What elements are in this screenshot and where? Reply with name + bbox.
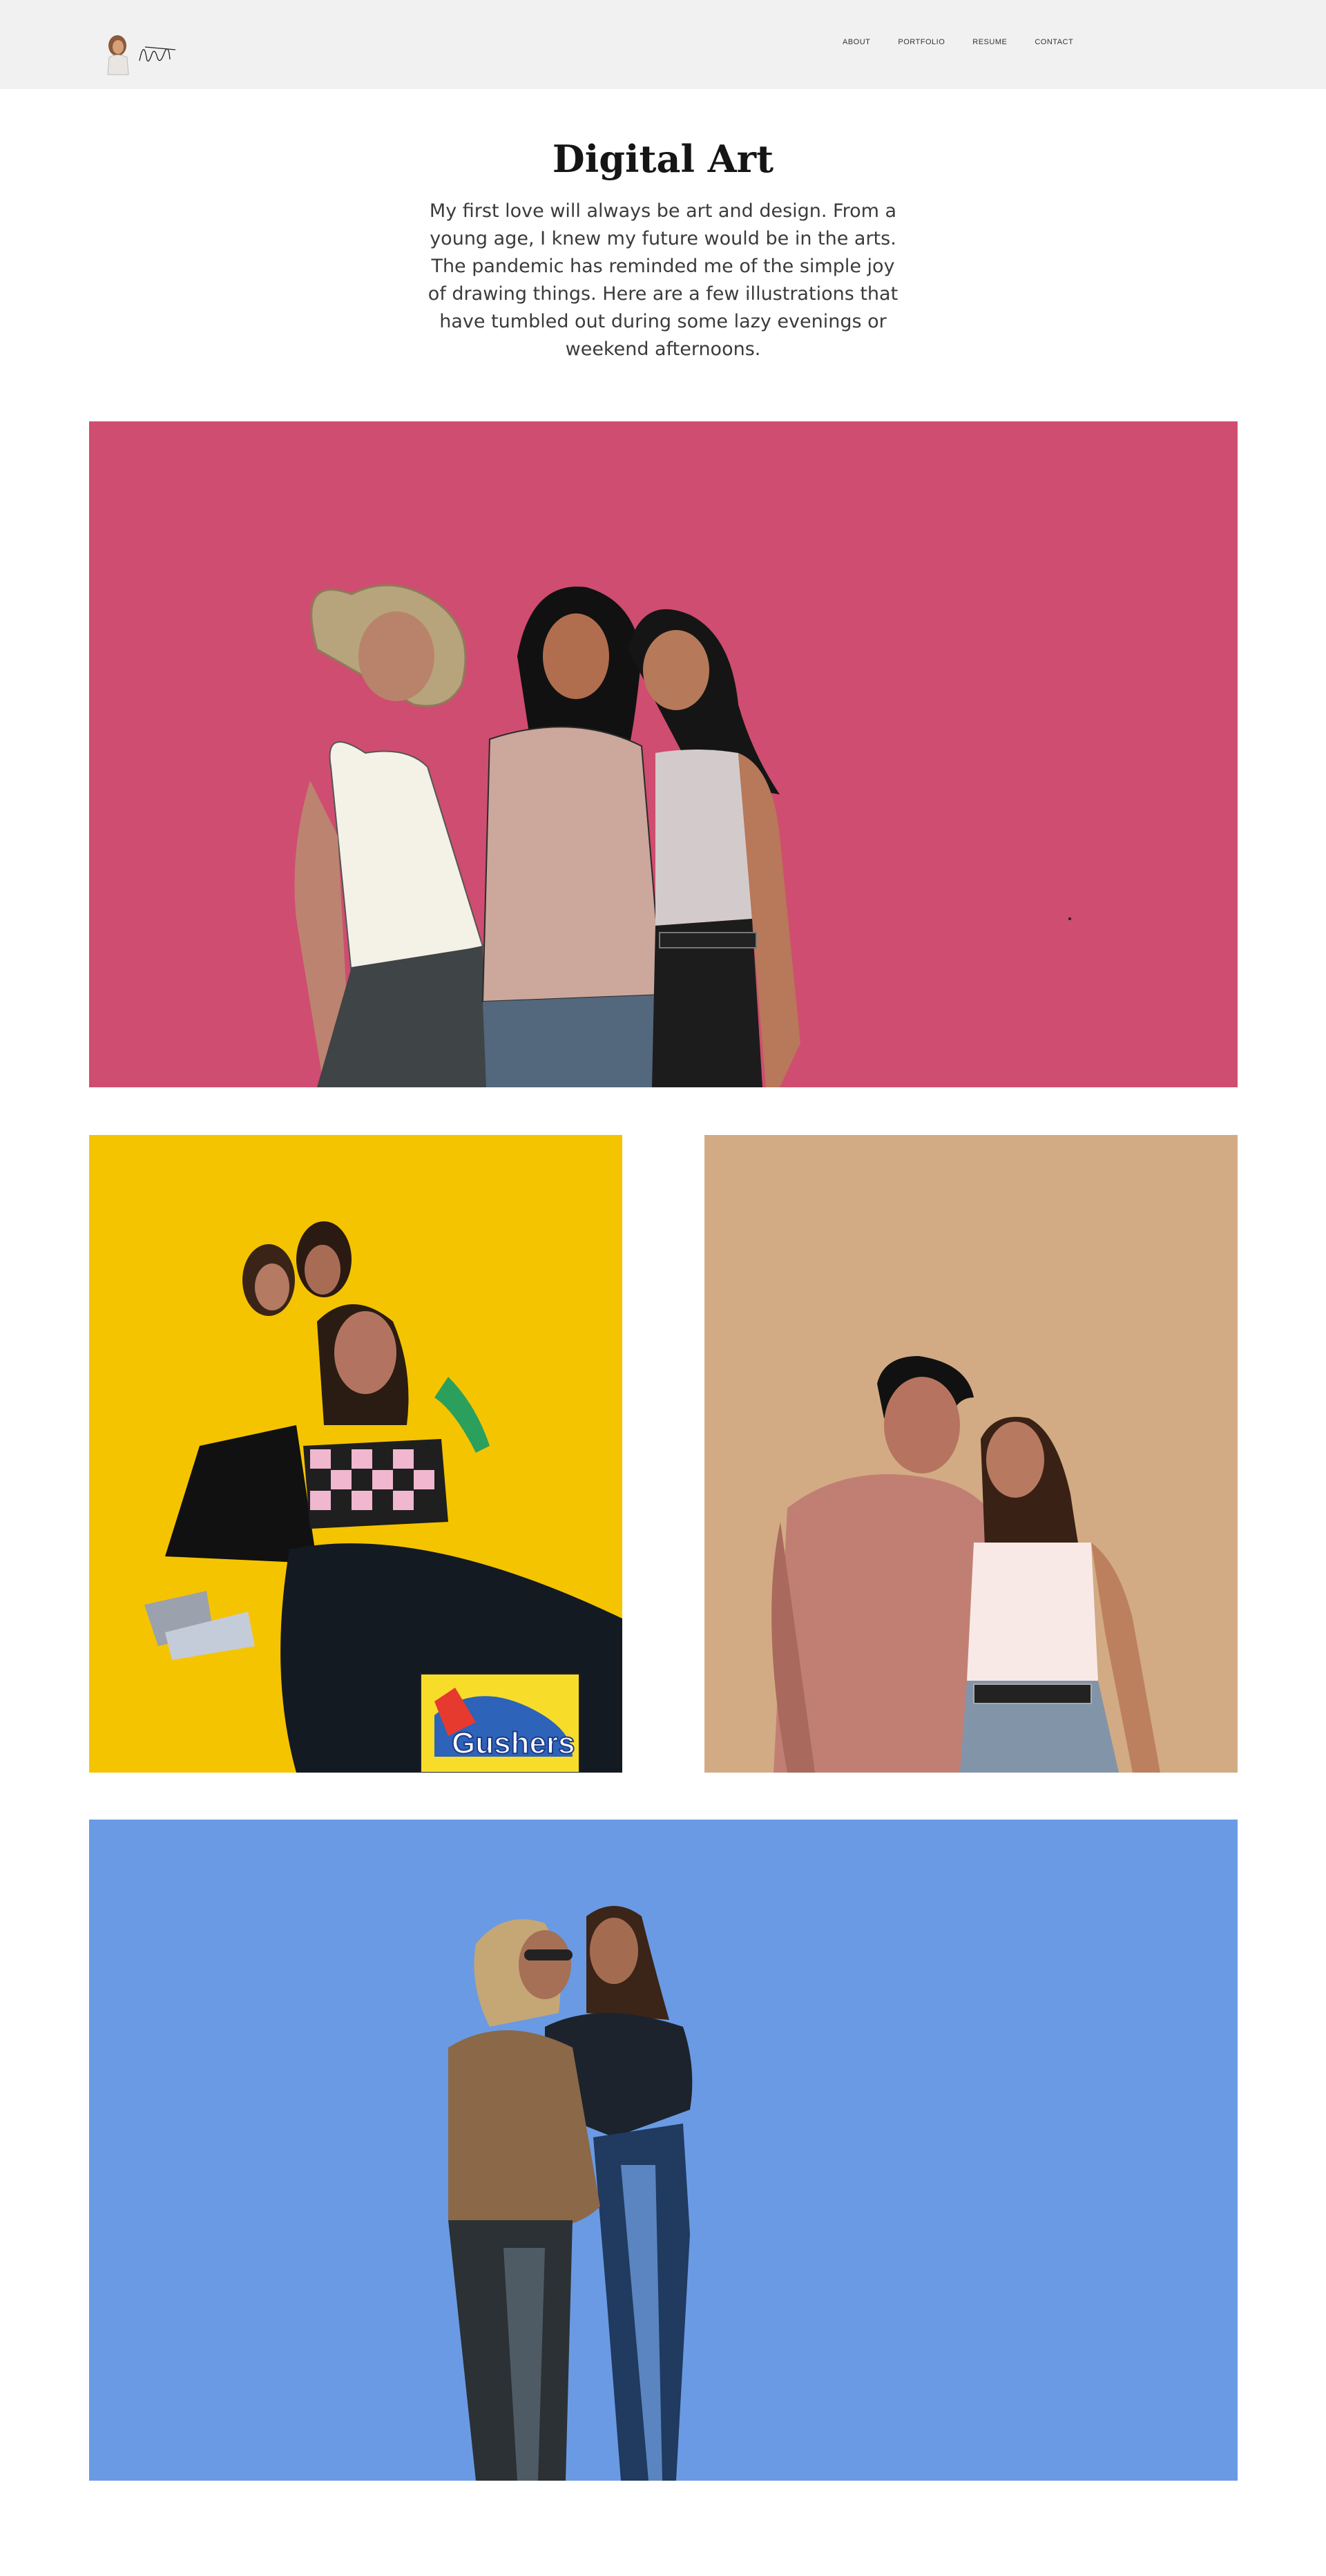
three-friends-illustration (89, 421, 1238, 1087)
artwork-three-friends[interactable] (89, 421, 1238, 1087)
nav-portfolio-link[interactable]: PORTFOLIO (898, 38, 945, 52)
logo[interactable] (104, 26, 190, 76)
nav-about-link[interactable]: ABOUT (843, 38, 870, 52)
main-nav: ABOUT PORTFOLIO RESUME CONTACT (843, 38, 1101, 52)
site-header: ABOUT PORTFOLIO RESUME CONTACT (0, 0, 1326, 89)
couple-illustration (704, 1135, 1238, 1773)
artwork-two-friends-hugging[interactable] (89, 1820, 1238, 2481)
gushers-package-text: Gushers (452, 1726, 575, 1760)
two-friends-hugging-illustration (89, 1820, 1238, 2481)
artwork-couple[interactable] (704, 1135, 1238, 1773)
page-title: Digital Art (552, 137, 774, 181)
intro-paragraph: My first love will always be art and des… (427, 200, 899, 360)
nav-contact-link[interactable]: CONTACT (1035, 38, 1073, 52)
artwork-three-girls-sitting[interactable]: Gushers (89, 1135, 622, 1773)
logo-avatar-icon (107, 35, 176, 75)
three-girls-sitting-illustration: Gushers (89, 1135, 622, 1773)
nav-resume-link[interactable]: RESUME (972, 38, 1007, 52)
